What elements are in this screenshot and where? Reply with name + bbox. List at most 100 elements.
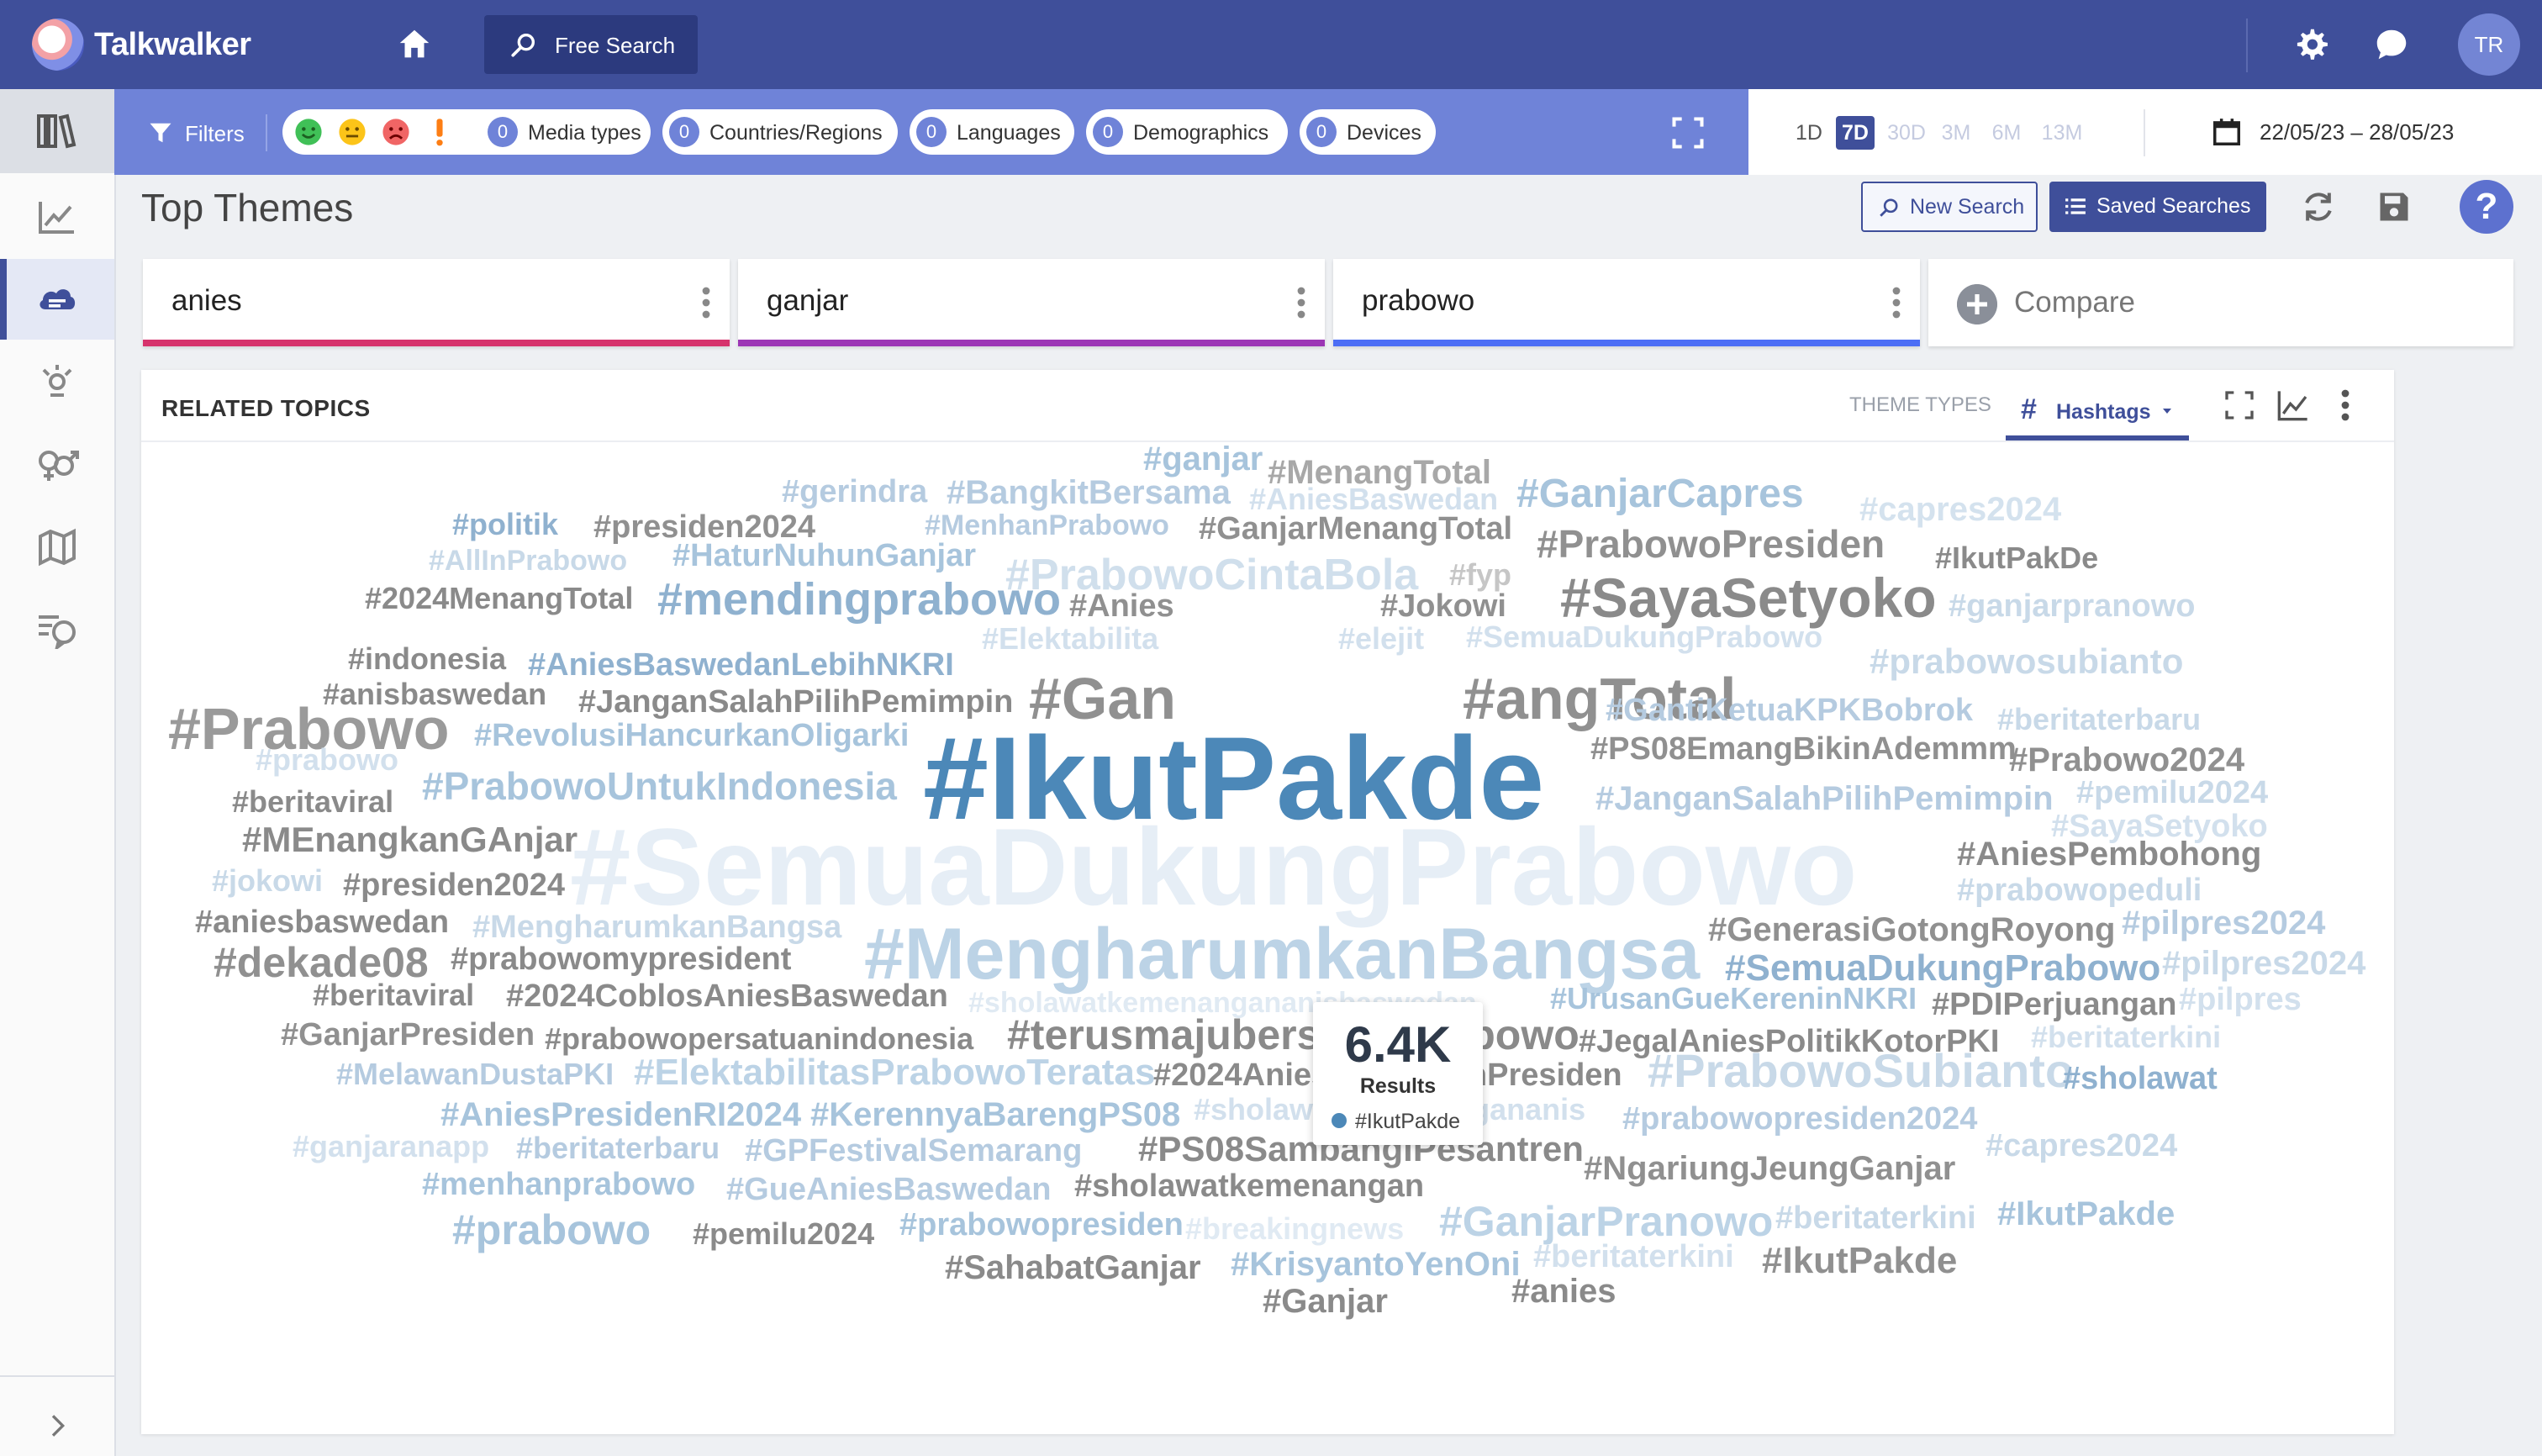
cloud-word[interactable]: #aniesbaswedan xyxy=(195,906,449,938)
cloud-word[interactable]: #prabowo xyxy=(256,745,398,775)
media-types-filter[interactable]: 0 Media types xyxy=(481,109,651,155)
sidebar-item-messages[interactable] xyxy=(0,588,114,669)
cloud-word[interactable]: #ganjar xyxy=(1143,442,1263,476)
cloud-word[interactable]: #HaturNuhunGanjar xyxy=(672,540,976,572)
cloud-word[interactable]: #GanjarMenangTotal xyxy=(1199,513,1512,545)
cloud-word[interactable]: #IkutPakde xyxy=(1762,1242,1957,1279)
cloud-word[interactable]: #breakingnews xyxy=(1185,1214,1404,1244)
cloud-word[interactable]: #AniesBaswedan xyxy=(1249,484,1498,514)
cloud-word[interactable]: #SahabatGanjar xyxy=(945,1251,1201,1285)
cloud-word[interactable]: #GueAniesBaswedan xyxy=(726,1174,1051,1205)
line-chart-icon[interactable] xyxy=(2276,388,2310,422)
range-3m[interactable]: 3M xyxy=(1937,116,1975,150)
cloud-word[interactable]: #AniesPresidenRI2024 xyxy=(440,1098,801,1132)
cloud-word[interactable]: #fyp xyxy=(1449,560,1511,590)
range-13m[interactable]: 13M xyxy=(2036,116,2088,150)
cloud-word[interactable]: #prabowopresiden xyxy=(899,1209,1184,1241)
cloud-word[interactable]: #Prabowo2024 xyxy=(2009,743,2244,777)
cloud-word[interactable]: #pilpres2024 xyxy=(2122,906,2325,940)
cloud-word[interactable]: #PDIPerjuangan xyxy=(1932,989,2176,1021)
fullscreen-icon[interactable] xyxy=(1669,114,1706,151)
more-vertical-icon[interactable] xyxy=(701,286,711,319)
cloud-word[interactable]: #SayaSetyoko xyxy=(1560,570,1937,625)
cloud-word[interactable]: #MengharumkanBangsa xyxy=(864,918,1700,990)
cloud-word[interactable]: #capres2024 xyxy=(1986,1130,2177,1162)
alert-icon[interactable] xyxy=(425,118,454,146)
cloud-word[interactable]: #pemilu2024 xyxy=(2076,777,2268,809)
free-search-button[interactable]: Free Search xyxy=(484,15,698,74)
cloud-word[interactable]: #RevolusiHancurkanOligarki xyxy=(474,720,909,752)
hashtags-dropdown[interactable]: # Hashtags xyxy=(2006,382,2189,440)
cloud-word[interactable]: #sholawat xyxy=(2063,1063,2218,1095)
cloud-word[interactable]: #2024MenangTotal xyxy=(365,583,633,614)
cloud-word[interactable]: #politik xyxy=(452,509,558,540)
cloud-word[interactable]: #presiden2024 xyxy=(343,869,565,901)
more-vertical-icon[interactable] xyxy=(2340,388,2350,422)
cloud-word[interactable]: #MengharumkanBangsa xyxy=(472,911,841,943)
cloud-word[interactable]: #MEnangkanGAnjar xyxy=(242,822,577,857)
compare-button[interactable]: Compare xyxy=(1928,259,2513,346)
cloud-word[interactable]: #NgariungJeungGanjar xyxy=(1584,1152,1955,1185)
devices-filter[interactable]: 0 Devices xyxy=(1300,109,1436,155)
demographics-filter[interactable]: 0 Demographics xyxy=(1086,109,1288,155)
cloud-word[interactable]: #elejit xyxy=(1338,624,1424,654)
sidebar-item-demographics[interactable] xyxy=(0,424,114,504)
range-6m[interactable]: 6M xyxy=(1987,116,2026,150)
cloud-word[interactable]: #Jokowi xyxy=(1380,590,1506,622)
cloud-word[interactable]: #SemuaDukungPrabowo xyxy=(1466,622,1822,652)
more-vertical-icon[interactable] xyxy=(1296,286,1306,319)
chat-icon[interactable] xyxy=(2372,25,2411,64)
cloud-word[interactable]: #KerennyaBarengPS08 xyxy=(810,1098,1180,1132)
cloud-word[interactable]: #Ganjar xyxy=(1263,1285,1388,1318)
home-icon[interactable] xyxy=(395,25,434,64)
cloud-word[interactable]: #PrabowoSubianto xyxy=(1648,1047,2074,1095)
gear-icon[interactable] xyxy=(2291,25,2330,64)
sidebar-item-influencers[interactable] xyxy=(0,341,114,422)
cloud-word[interactable]: #ElektabilitasPrabowoTeratas xyxy=(634,1054,1155,1091)
cloud-word[interactable]: #UrusanGueKereninNKRI xyxy=(1550,984,1917,1014)
cloud-word[interactable]: #ganjarpranowo xyxy=(1949,590,2196,622)
more-vertical-icon[interactable] xyxy=(1891,286,1901,319)
cloud-word[interactable]: #prabowopersatuanindonesia xyxy=(545,1024,973,1054)
cloud-word[interactable]: #beritaviral xyxy=(232,787,393,817)
cloud-word[interactable]: #PS08EmangBikinAdemmm xyxy=(1590,733,2017,765)
query-tab-ganjar[interactable]: ganjar xyxy=(738,259,1325,346)
cloud-word[interactable]: #prabowo xyxy=(452,1209,651,1251)
positive-face-icon[interactable] xyxy=(294,118,323,146)
cloud-word[interactable]: #MenhanPrabowo xyxy=(925,511,1169,540)
query-tab-prabowo[interactable]: prabowo xyxy=(1333,259,1920,346)
cloud-word[interactable]: #GenerasiGotongRoyong xyxy=(1708,913,2116,947)
cloud-word[interactable]: #GPFestivalSemarang xyxy=(745,1135,1082,1167)
refresh-icon[interactable] xyxy=(2300,188,2337,225)
cloud-word[interactable]: #AniesPembohong xyxy=(1957,837,2261,871)
cloud-word[interactable]: #PrabowoPresiden xyxy=(1537,525,1885,563)
sidebar-item-themes[interactable] xyxy=(0,259,114,340)
cloud-word[interactable]: #BangkitBersama xyxy=(947,476,1231,509)
save-icon[interactable] xyxy=(2376,188,2413,225)
negative-face-icon[interactable] xyxy=(382,118,410,146)
query-tab-anies[interactable]: anies xyxy=(143,259,730,346)
help-button[interactable]: ? xyxy=(2460,180,2513,234)
fullscreen-icon[interactable] xyxy=(2223,388,2256,422)
cloud-word[interactable]: #beritaterbaru xyxy=(1997,704,2201,735)
cloud-word[interactable]: #IkutPakde xyxy=(1997,1197,2175,1231)
cloud-word[interactable]: #pemilu2024 xyxy=(693,1219,874,1249)
cloud-word[interactable]: #beritaterbaru xyxy=(516,1133,720,1163)
cloud-word[interactable]: #prabowosubianto xyxy=(1870,644,2183,679)
cloud-word[interactable]: #AllInPrabowo xyxy=(429,546,627,575)
sidebar-item-map[interactable] xyxy=(0,506,114,587)
cloud-word[interactable]: #jokowi xyxy=(212,866,323,896)
cloud-word[interactable]: #capres2024 xyxy=(1859,493,2061,526)
new-search-button[interactable]: New Search xyxy=(1861,182,2038,232)
cloud-word[interactable]: #beritaterkini xyxy=(1775,1202,1976,1234)
cloud-word[interactable]: #GantiKetuaKPKBobrok xyxy=(1606,694,1973,726)
cloud-word[interactable]: #PrabowoCintaBola xyxy=(1005,553,1418,597)
date-range-value[interactable]: 22/05/23 – 28/05/23 xyxy=(2260,119,2454,145)
cloud-word[interactable]: #GanjarPresiden xyxy=(281,1019,535,1051)
range-7d[interactable]: 7D xyxy=(1836,116,1875,150)
cloud-word[interactable]: #MelawanDustaPKI xyxy=(336,1059,614,1089)
talkwalker-logo-icon[interactable] xyxy=(32,18,84,71)
cloud-word[interactable]: #GanjarCapres xyxy=(1516,474,1804,514)
cloud-word[interactable]: #AniesBaswedanLebihNKRI xyxy=(528,649,954,681)
calendar-icon[interactable] xyxy=(2211,116,2243,148)
